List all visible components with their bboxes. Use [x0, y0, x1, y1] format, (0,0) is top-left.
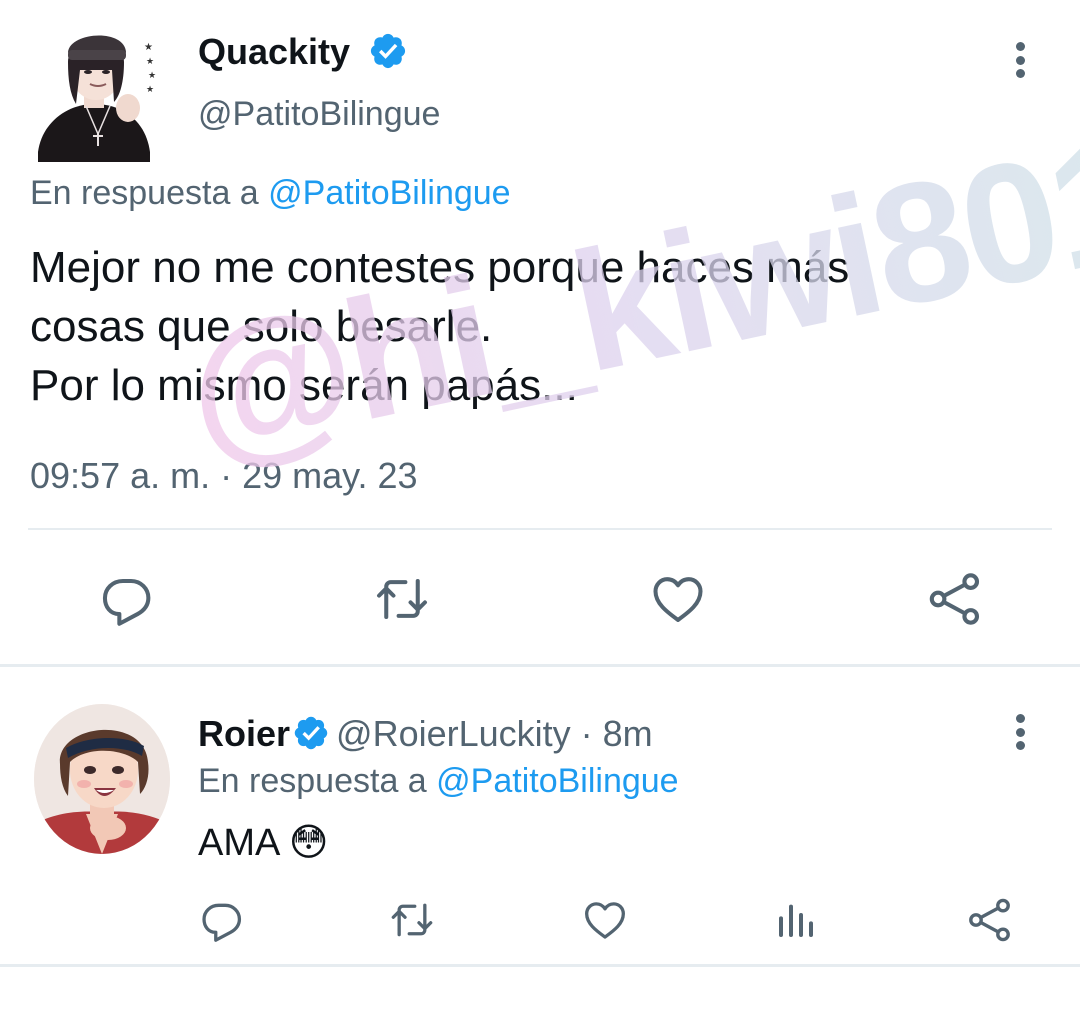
verified-badge-icon	[371, 34, 406, 69]
more-options-icon[interactable]	[1014, 714, 1026, 750]
share-button[interactable]	[966, 896, 1014, 944]
reply-icon	[202, 903, 242, 942]
tweet-text-line: cosas que solo besarle.	[30, 302, 493, 351]
reply-prefix: En respuesta a	[198, 762, 427, 800]
avatar-illustration	[34, 704, 170, 854]
like-icon	[653, 577, 703, 622]
avatar-illustration: ★ ★ ★ ★	[38, 35, 156, 162]
like-button[interactable]	[582, 898, 628, 942]
reply-button[interactable]	[100, 572, 154, 626]
reply-button[interactable]	[200, 898, 244, 942]
retweet-button[interactable]	[388, 898, 436, 942]
author-handle[interactable]: @PatitoBilingue	[198, 94, 440, 134]
svg-text:★: ★	[146, 84, 154, 94]
like-button[interactable]	[650, 572, 706, 626]
divider	[28, 528, 1052, 530]
tweet-separator	[0, 964, 1080, 967]
tweet-text-line: Por lo mismo serán papás...	[30, 361, 578, 410]
tweet-text-line: Mejor no me contestes porque haces más	[30, 243, 850, 292]
reply-context: En respuesta a @PatitoBilingue	[198, 760, 679, 802]
reply-handle-link[interactable]: @PatitoBilingue	[436, 762, 678, 800]
retweet-icon	[391, 903, 433, 937]
reply-text: AMA	[198, 822, 279, 864]
views-button[interactable]	[776, 900, 816, 940]
share-button[interactable]	[926, 570, 984, 628]
share-icon	[929, 573, 980, 625]
svg-text:★: ★	[144, 42, 153, 53]
retweet-icon	[377, 578, 427, 620]
retweet-button[interactable]	[372, 572, 432, 626]
author-row: Quackity	[198, 30, 408, 74]
reply-text-row: AMA 😳	[198, 818, 328, 867]
reply-time[interactable]: · 8m	[581, 713, 653, 754]
verified-badge-icon	[294, 717, 328, 750]
reply-author-row: Roier @RoierLuckity · 8m	[198, 712, 653, 756]
more-options-icon[interactable]	[1014, 42, 1026, 78]
reply-author-name[interactable]: Roier	[198, 713, 290, 754]
like-icon	[585, 902, 625, 939]
reply-prefix: En respuesta a	[30, 174, 259, 212]
svg-text:★: ★	[146, 56, 154, 66]
quackity-avatar[interactable]: ★ ★ ★ ★	[28, 22, 160, 162]
tweet-separator	[0, 664, 1080, 667]
tweet-timestamp[interactable]: 09:57 a. m. · 29 may. 23	[30, 454, 418, 498]
svg-text:★: ★	[148, 70, 156, 80]
share-icon	[969, 898, 1010, 942]
flushed-face-emoji: 😳	[288, 820, 329, 864]
reply-author-handle[interactable]: @RoierLuckity	[336, 713, 571, 754]
reply-context: En respuesta a @PatitoBilingue	[30, 172, 511, 214]
views-icon	[779, 904, 813, 937]
roier-avatar[interactable]	[34, 704, 170, 854]
author-name[interactable]: Quackity	[198, 31, 350, 72]
reply-handle-link[interactable]: @PatitoBilingue	[268, 174, 510, 212]
reply-icon	[102, 578, 151, 626]
tweet-text: Mejor no me contestes porque haces más c…	[30, 238, 849, 415]
